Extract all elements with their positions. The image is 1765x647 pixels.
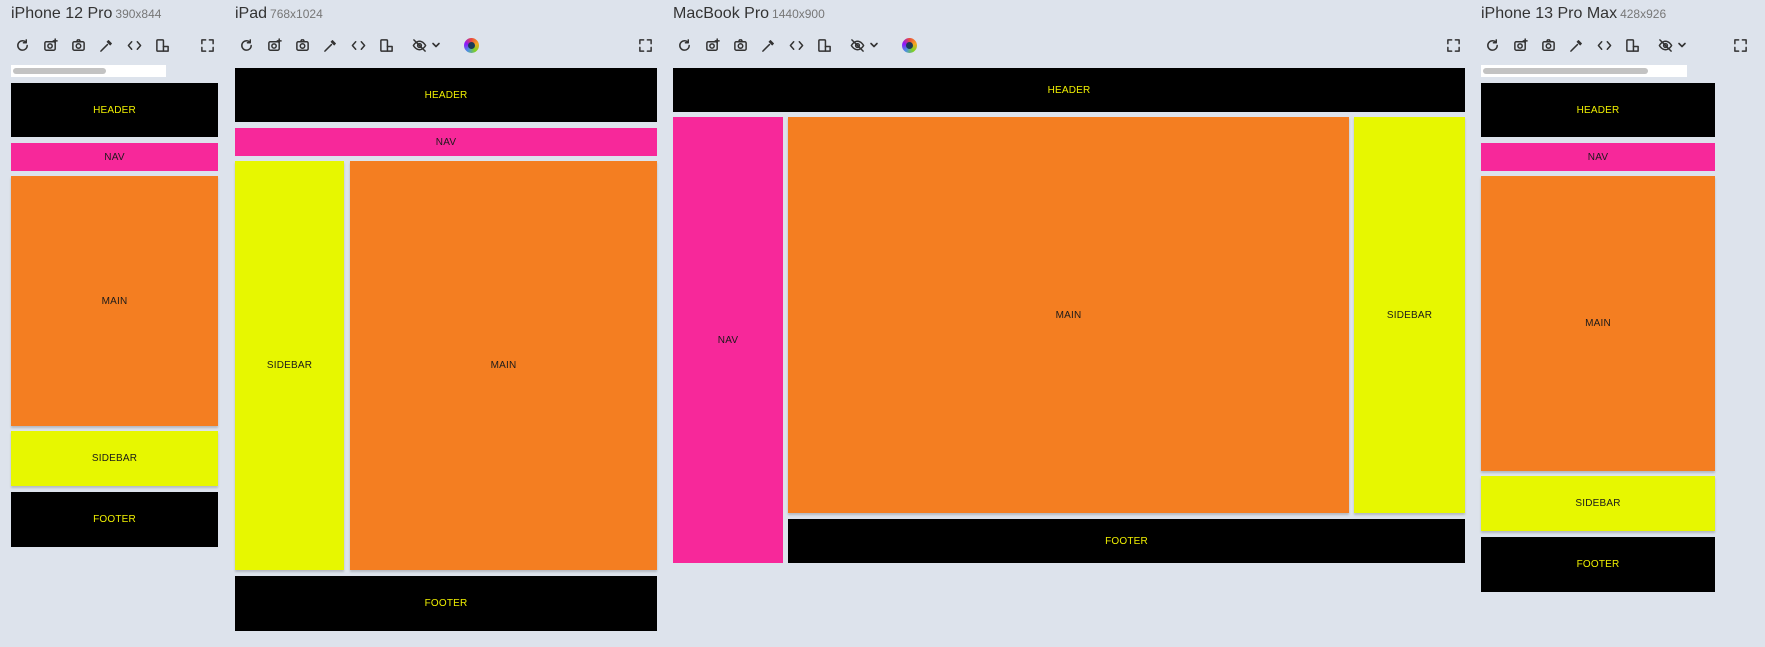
header-block: HEADER (1481, 83, 1715, 137)
footer-block: FOOTER (1481, 537, 1715, 592)
camera-plus-icon[interactable] (263, 34, 285, 56)
device-name: iPhone 13 Pro Max (1481, 5, 1618, 22)
refresh-icon[interactable] (673, 34, 695, 56)
device-name: MacBook Pro (673, 5, 770, 22)
code-icon[interactable] (785, 34, 807, 56)
device-ipad: iPad 768x1024 HEADER NAV SIDEBAR MAIN FOO… (235, 0, 657, 647)
footer-block: FOOTER (235, 576, 657, 631)
header-block: HEADER (673, 68, 1465, 112)
viewport-frame: HEADER NAV MAIN SIDEBAR FOOTER (673, 68, 1465, 563)
fullscreen-icon[interactable] (196, 34, 218, 56)
nav-block: NAV (11, 143, 218, 171)
device-title: iPhone 12 Pro 390x844 (11, 5, 161, 23)
device-title: MacBook Pro 1440x900 (673, 5, 825, 23)
nav-block: NAV (673, 117, 783, 563)
footer-block: FOOTER (788, 519, 1465, 563)
camera-plus-icon[interactable] (1509, 34, 1531, 56)
scrollbar-thumb[interactable] (1483, 68, 1648, 74)
pipette-icon[interactable] (1565, 34, 1587, 56)
pipette-icon[interactable] (95, 34, 117, 56)
rotate-device-icon[interactable] (813, 34, 835, 56)
pipette-icon[interactable] (757, 34, 779, 56)
camera-icon[interactable] (67, 34, 89, 56)
horizontal-scrollbar[interactable] (11, 65, 166, 77)
sidebar-block: SIDEBAR (11, 431, 218, 486)
device-title: iPad 768x1024 (235, 5, 323, 23)
device-toolbar (235, 34, 657, 58)
color-picker-icon[interactable] (898, 34, 920, 56)
device-size: 428x926 (1620, 7, 1667, 21)
header-block: HEADER (235, 68, 657, 122)
footer-block: FOOTER (11, 492, 218, 547)
camera-icon[interactable] (1537, 34, 1559, 56)
fullscreen-icon[interactable] (1442, 34, 1464, 56)
pipette-icon[interactable] (319, 34, 341, 56)
fullscreen-icon[interactable] (1729, 34, 1751, 56)
camera-plus-icon[interactable] (39, 34, 61, 56)
camera-icon[interactable] (291, 34, 313, 56)
refresh-icon[interactable] (235, 34, 257, 56)
device-toolbar (673, 34, 1465, 58)
rotate-device-icon[interactable] (375, 34, 397, 56)
main-block: MAIN (1481, 176, 1715, 471)
code-icon[interactable] (1593, 34, 1615, 56)
camera-plus-icon[interactable] (701, 34, 723, 56)
viewport-frame: HEADER NAV MAIN SIDEBAR FOOTER (11, 83, 218, 547)
device-title: iPhone 13 Pro Max 428x926 (1481, 5, 1666, 23)
device-toolbar (1481, 34, 1751, 58)
sidebar-block: SIDEBAR (1354, 117, 1465, 513)
camera-icon[interactable] (729, 34, 751, 56)
header-block: HEADER (11, 83, 218, 137)
code-icon[interactable] (347, 34, 369, 56)
viewport-frame: HEADER NAV SIDEBAR MAIN FOOTER (235, 68, 657, 631)
device-iphone-13-pro-max: iPhone 13 Pro Max 428x926 HEADER NAV MAIN… (1481, 0, 1751, 647)
scrollbar-thumb[interactable] (13, 68, 106, 74)
fullscreen-icon[interactable] (634, 34, 656, 56)
device-size: 1440x900 (772, 7, 825, 21)
viewport-frame: HEADER NAV MAIN SIDEBAR FOOTER (1481, 83, 1715, 592)
chevron-down-icon[interactable] (863, 34, 885, 56)
main-block: MAIN (788, 117, 1349, 513)
refresh-icon[interactable] (11, 34, 33, 56)
rotate-device-icon[interactable] (151, 34, 173, 56)
device-name: iPad (235, 5, 268, 22)
nav-block: NAV (1481, 143, 1715, 171)
chevron-down-icon[interactable] (425, 34, 447, 56)
device-size: 768x1024 (270, 7, 323, 21)
sidebar-block: SIDEBAR (235, 161, 344, 570)
horizontal-scrollbar[interactable] (1481, 65, 1687, 77)
sidebar-block: SIDEBAR (1481, 476, 1715, 531)
chevron-down-icon[interactable] (1671, 34, 1693, 56)
device-name: iPhone 12 Pro (11, 5, 113, 22)
refresh-icon[interactable] (1481, 34, 1503, 56)
code-icon[interactable] (123, 34, 145, 56)
color-picker-icon[interactable] (460, 34, 482, 56)
device-macbook-pro: MacBook Pro 1440x900 HEADER NAV MAIN SIDE… (673, 0, 1465, 647)
main-block: MAIN (350, 161, 657, 570)
device-size: 390x844 (115, 7, 162, 21)
device-toolbar (11, 34, 221, 58)
nav-block: NAV (235, 128, 657, 156)
main-block: MAIN (11, 176, 218, 426)
device-iphone-12-pro: iPhone 12 Pro 390x844 HEADER NAV MAIN SID… (11, 0, 221, 647)
rotate-device-icon[interactable] (1621, 34, 1643, 56)
